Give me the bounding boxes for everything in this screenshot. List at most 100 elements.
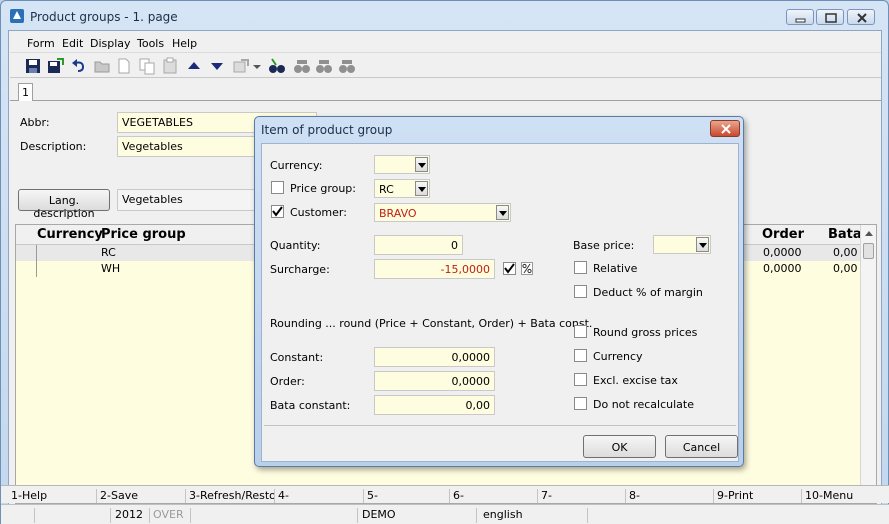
quantity-field[interactable]: 0 (374, 235, 463, 255)
col-order[interactable]: Order (762, 227, 804, 242)
ok-button[interactable]: OK (583, 435, 656, 458)
toolbar (10, 54, 881, 78)
price-group-checkbox[interactable] (271, 181, 284, 194)
find-next-icon[interactable] (293, 57, 311, 75)
excise-tax-label: Excl. excise tax (593, 374, 678, 387)
find-all-icon[interactable] (338, 57, 356, 75)
do-not-recalculate-checkbox[interactable] (574, 397, 587, 410)
save-as-icon[interactable] (46, 57, 64, 75)
status-bar: 2012 OVER DEMO english (1, 504, 889, 524)
order-field[interactable]: 0,0000 (374, 371, 495, 391)
status-cell-empty (36, 508, 111, 523)
checkmark-icon (272, 206, 283, 217)
deduct-margin-label: Deduct % of margin (593, 286, 703, 299)
find-previous-icon[interactable] (315, 57, 333, 75)
fn-5[interactable]: 5- (365, 489, 450, 503)
excise-tax-checkbox[interactable] (574, 373, 587, 386)
paste-icon[interactable] (161, 57, 179, 75)
col-price-group[interactable]: Price group (101, 227, 186, 242)
deduct-margin-checkbox[interactable] (574, 285, 587, 298)
customer-label: Customer: (290, 206, 347, 219)
arrow-up-icon[interactable] (185, 57, 203, 75)
customer-checkbox[interactable] (271, 205, 284, 218)
menu-edit[interactable]: Edit (62, 37, 83, 50)
properties-icon[interactable] (232, 57, 250, 75)
item-dialog: Item of product group Currency: Price gr… (254, 116, 744, 467)
rounding-text: Rounding ... round (Price + Constant, Or… (270, 317, 593, 330)
status-year: 2012 (112, 508, 150, 523)
customer-combo[interactable]: BRAVO (374, 203, 511, 222)
fn-2-save[interactable]: 2-Save (98, 489, 186, 503)
scrollbar-thumb[interactable] (863, 243, 874, 259)
menu-help[interactable]: Help (172, 37, 197, 50)
save-icon[interactable] (24, 57, 42, 75)
maximize-icon (825, 13, 837, 23)
close-icon (721, 124, 731, 134)
surcharge-label: Surcharge: (270, 263, 330, 276)
constant-field[interactable]: 0,0000 (374, 347, 495, 367)
quantity-label: Quantity: (270, 239, 321, 252)
description-label: Description: (20, 140, 87, 153)
menu-display[interactable]: Display (90, 37, 131, 50)
title-bar[interactable]: Product groups - 1. page (1, 1, 888, 29)
find-icon[interactable] (268, 57, 286, 75)
arrow-down-icon[interactable] (208, 57, 226, 75)
close-button[interactable] (847, 9, 875, 25)
undo-icon[interactable] (70, 57, 88, 75)
lang-description-button[interactable]: Lang. description (18, 189, 110, 220)
row-divider (36, 245, 37, 261)
chevron-down-icon[interactable] (415, 181, 428, 196)
vertical-scrollbar[interactable] (860, 225, 876, 503)
bata-constant-field[interactable]: 0,00 (374, 395, 495, 415)
currency-checkbox[interactable] (574, 349, 587, 362)
col-bata[interactable]: Bata (828, 227, 862, 242)
chevron-down-icon[interactable] (696, 237, 709, 252)
tab-1[interactable]: 1 (18, 83, 33, 101)
fn-1-help[interactable]: 1-Help (9, 489, 97, 503)
row-order: 0,0000 (763, 246, 802, 259)
status-language: english (478, 508, 588, 523)
fn-10-menu[interactable]: 10-Menu (803, 489, 883, 503)
customer-value: BRAVO (379, 207, 417, 220)
percent-icon[interactable] (521, 262, 533, 275)
row-bata: 0,00 (833, 246, 858, 259)
currency-checkbox-label: Currency (593, 350, 643, 363)
price-group-value: RC (379, 183, 394, 196)
fn-4[interactable]: 4- (276, 489, 364, 503)
close-icon (857, 13, 867, 23)
minimize-button[interactable] (786, 9, 814, 25)
copy-icon[interactable] (138, 57, 156, 75)
dialog-close-button[interactable] (710, 120, 740, 137)
new-document-icon[interactable] (115, 57, 133, 75)
round-gross-checkbox[interactable] (574, 325, 587, 338)
dialog-body: Currency: Price group: RC Customer: BRAV… (261, 143, 739, 462)
currency-combo[interactable] (374, 155, 430, 174)
price-group-combo[interactable]: RC (374, 179, 430, 198)
base-price-combo[interactable] (653, 235, 711, 254)
window-title: Product groups - 1. page (30, 10, 178, 24)
menu-form[interactable]: Form (27, 37, 55, 50)
scroll-up-icon[interactable] (864, 229, 874, 237)
cancel-button[interactable]: Cancel (665, 435, 738, 458)
base-price-label: Base price: (573, 239, 635, 252)
chevron-down-icon[interactable] (496, 205, 509, 220)
fn-7[interactable]: 7- (539, 489, 626, 503)
order-label: Order: (270, 375, 305, 388)
open-folder-icon[interactable] (93, 57, 111, 75)
chevron-down-icon[interactable] (415, 157, 428, 172)
surcharge-field[interactable]: -15,0000 (374, 259, 495, 279)
fn-3-refresh[interactable]: 3-Refresh/Restor (187, 489, 275, 503)
relative-checkbox[interactable] (574, 261, 587, 274)
status-cell-empty (9, 508, 35, 523)
status-database: DEMO (359, 508, 477, 523)
status-mode: OVER (151, 508, 191, 523)
fn-6[interactable]: 6- (451, 489, 538, 503)
maximize-button[interactable] (816, 9, 844, 25)
currency-label: Currency: (270, 159, 323, 172)
fn-9-print[interactable]: 9-Print (715, 489, 802, 503)
dropdown-arrow-icon[interactable] (252, 57, 262, 75)
surcharge-percent-checkbox[interactable] (503, 262, 516, 275)
menu-tools[interactable]: Tools (137, 37, 164, 50)
fn-8[interactable]: 8- (627, 489, 714, 503)
col-currency[interactable]: Currency (37, 227, 103, 242)
